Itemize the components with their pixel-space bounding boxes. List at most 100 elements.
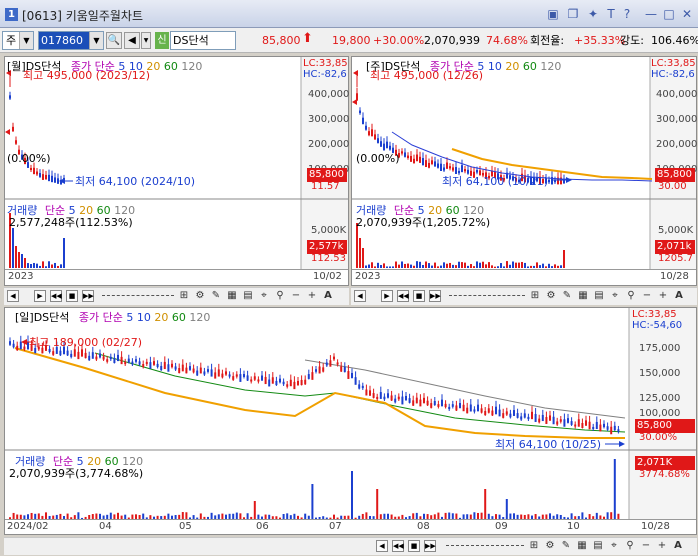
minimize-icon[interactable]: — <box>644 7 658 21</box>
candle-body <box>520 416 523 420</box>
volume-bar <box>404 263 406 268</box>
ma5-label[interactable]: 5 <box>126 311 133 324</box>
range-icon[interactable]: ⊞ <box>178 290 190 302</box>
auto-scale-icon[interactable]: A <box>322 290 334 302</box>
candle-body <box>52 351 55 355</box>
draw-icon[interactable]: ✎ <box>210 290 222 302</box>
volume-bar <box>386 266 388 268</box>
ma20-label[interactable]: 20 <box>505 60 519 73</box>
monthly-low-label: 최저 64,100 (2024/10) <box>75 175 196 188</box>
chevron-down-icon[interactable]: ▼ <box>19 32 33 49</box>
monthly-x-end: 10/02 <box>313 271 342 282</box>
candle-body <box>462 404 465 412</box>
scroll-forward-icon[interactable]: ▶▶ <box>82 290 94 302</box>
monthly-scrollbar[interactable]: ◀ ▶ ◀◀ ■ ▶▶ ⊞ ⚙ ✎ ▦ ▤ ⌖ ⚲ − + A <box>4 287 349 305</box>
candle-body <box>354 377 357 385</box>
volume-bar <box>27 263 29 268</box>
search-icon[interactable]: 🔍 <box>106 32 122 49</box>
scroll-right-icon[interactable]: ▶ <box>381 290 393 302</box>
close-icon[interactable]: ✕ <box>680 7 694 21</box>
grid-icon[interactable]: ▦ <box>576 540 588 552</box>
grid-icon[interactable]: ▦ <box>577 290 589 302</box>
chevron-down-icon[interactable]: ▼ <box>89 32 103 49</box>
candle-body <box>449 166 451 169</box>
dropdown-icon[interactable]: ▼ <box>141 32 151 49</box>
ma120-label[interactable]: 120 <box>189 311 210 324</box>
draw-icon[interactable]: ✎ <box>561 290 573 302</box>
stop-icon[interactable]: ■ <box>413 290 425 302</box>
crosshair-icon[interactable]: ⌖ <box>258 290 270 302</box>
stock-name-field[interactable]: DS단석 <box>170 31 236 50</box>
zoom-icon[interactable]: ⚲ <box>625 290 637 302</box>
scroll-left-icon[interactable]: ◀ <box>376 540 388 552</box>
daily-scrollbar[interactable]: ◀ ◀◀ ■ ▶▶ ⊞ ⚙ ✎ ▦ ▤ ⌖ ⚲ − + A <box>4 537 697 555</box>
daily-hc: HC:-54,60 <box>632 320 683 331</box>
zoom-icon[interactable]: ⚲ <box>624 540 636 552</box>
volume-bar <box>368 264 370 268</box>
weekly-vol-tag: 2,071k <box>655 240 695 254</box>
maximize-icon[interactable]: □ <box>662 7 676 21</box>
scroll-track[interactable] <box>102 295 174 298</box>
market-select[interactable]: 주 ▼ <box>2 31 34 50</box>
draw-icon[interactable]: ✎ <box>560 540 572 552</box>
volume-bar <box>425 261 427 268</box>
copy-icon[interactable]: ❐ <box>566 7 580 21</box>
scroll-forward-icon[interactable]: ▶▶ <box>429 290 441 302</box>
zoom-in-icon[interactable]: + <box>656 540 668 552</box>
grid-icon[interactable]: ▦ <box>226 290 238 302</box>
ma10-label[interactable]: 10 <box>137 311 151 324</box>
list-icon[interactable]: ▤ <box>593 290 605 302</box>
chart-layout-icon[interactable]: ▣ <box>546 7 560 21</box>
zoom-in-icon[interactable]: + <box>306 290 318 302</box>
ma20-label[interactable]: 20 <box>154 311 168 324</box>
settings-icon[interactable]: ⚙ <box>545 290 557 302</box>
weekly-vol-pct: 1205.7 <box>658 253 693 264</box>
list-icon[interactable]: ▤ <box>592 540 604 552</box>
help-icon[interactable]: ? <box>620 7 634 21</box>
text-icon[interactable]: T <box>604 7 618 21</box>
zoom-in-icon[interactable]: + <box>657 290 669 302</box>
range-icon[interactable]: ⊞ <box>528 540 540 552</box>
daily-ytick: 100,000 <box>639 408 681 419</box>
candle-body <box>214 372 217 379</box>
list-icon[interactable]: ▤ <box>242 290 254 302</box>
monthly-vol-pct: 112.53 <box>311 253 346 264</box>
ma60-label[interactable]: 60 <box>172 311 186 324</box>
stock-code-input[interactable]: 017860 ▼ <box>38 31 104 50</box>
scroll-track[interactable] <box>449 295 525 298</box>
zoom-out-icon[interactable]: − <box>640 540 652 552</box>
pin-icon[interactable]: ✦ <box>586 7 600 21</box>
stop-icon[interactable]: ■ <box>66 290 78 302</box>
candle-body <box>297 380 299 386</box>
auto-scale-icon[interactable]: A <box>673 290 685 302</box>
candle-body <box>425 160 427 168</box>
scroll-right-icon[interactable]: ▶ <box>34 290 46 302</box>
scroll-back-icon[interactable]: ◀◀ <box>397 290 409 302</box>
ma10-label[interactable]: 10 <box>488 60 502 73</box>
speaker-icon[interactable]: ◀ <box>124 32 140 49</box>
weekly-scrollbar[interactable]: ◀ ▶ ◀◀ ■ ▶▶ ⊞ ⚙ ✎ ▦ ▤ ⌖ ⚲ − + A <box>351 287 697 305</box>
scroll-left-icon[interactable]: ◀ <box>7 290 19 302</box>
zoom-icon[interactable]: ⚲ <box>274 290 286 302</box>
ma60-label[interactable]: 60 <box>523 60 537 73</box>
candle-body <box>189 366 191 370</box>
auto-scale-icon[interactable]: A <box>672 540 684 552</box>
scroll-forward-icon[interactable]: ▶▶ <box>424 540 436 552</box>
settings-icon[interactable]: ⚙ <box>544 540 556 552</box>
scroll-back-icon[interactable]: ◀◀ <box>392 540 404 552</box>
ma60-label[interactable]: 60 <box>164 60 178 73</box>
ma120-label[interactable]: 120 <box>540 60 561 73</box>
scroll-track[interactable] <box>446 545 524 548</box>
ma120-label[interactable]: 120 <box>181 60 202 73</box>
credit-badge[interactable]: 신 <box>155 32 169 49</box>
settings-icon[interactable]: ⚙ <box>194 290 206 302</box>
scroll-back-icon[interactable]: ◀◀ <box>50 290 62 302</box>
zoom-out-icon[interactable]: − <box>641 290 653 302</box>
range-icon[interactable]: ⊞ <box>529 290 541 302</box>
volume-bar <box>554 264 556 268</box>
scroll-left-icon[interactable]: ◀ <box>354 290 366 302</box>
crosshair-icon[interactable]: ⌖ <box>608 540 620 552</box>
crosshair-icon[interactable]: ⌖ <box>609 290 621 302</box>
stop-icon[interactable]: ■ <box>408 540 420 552</box>
zoom-out-icon[interactable]: − <box>290 290 302 302</box>
